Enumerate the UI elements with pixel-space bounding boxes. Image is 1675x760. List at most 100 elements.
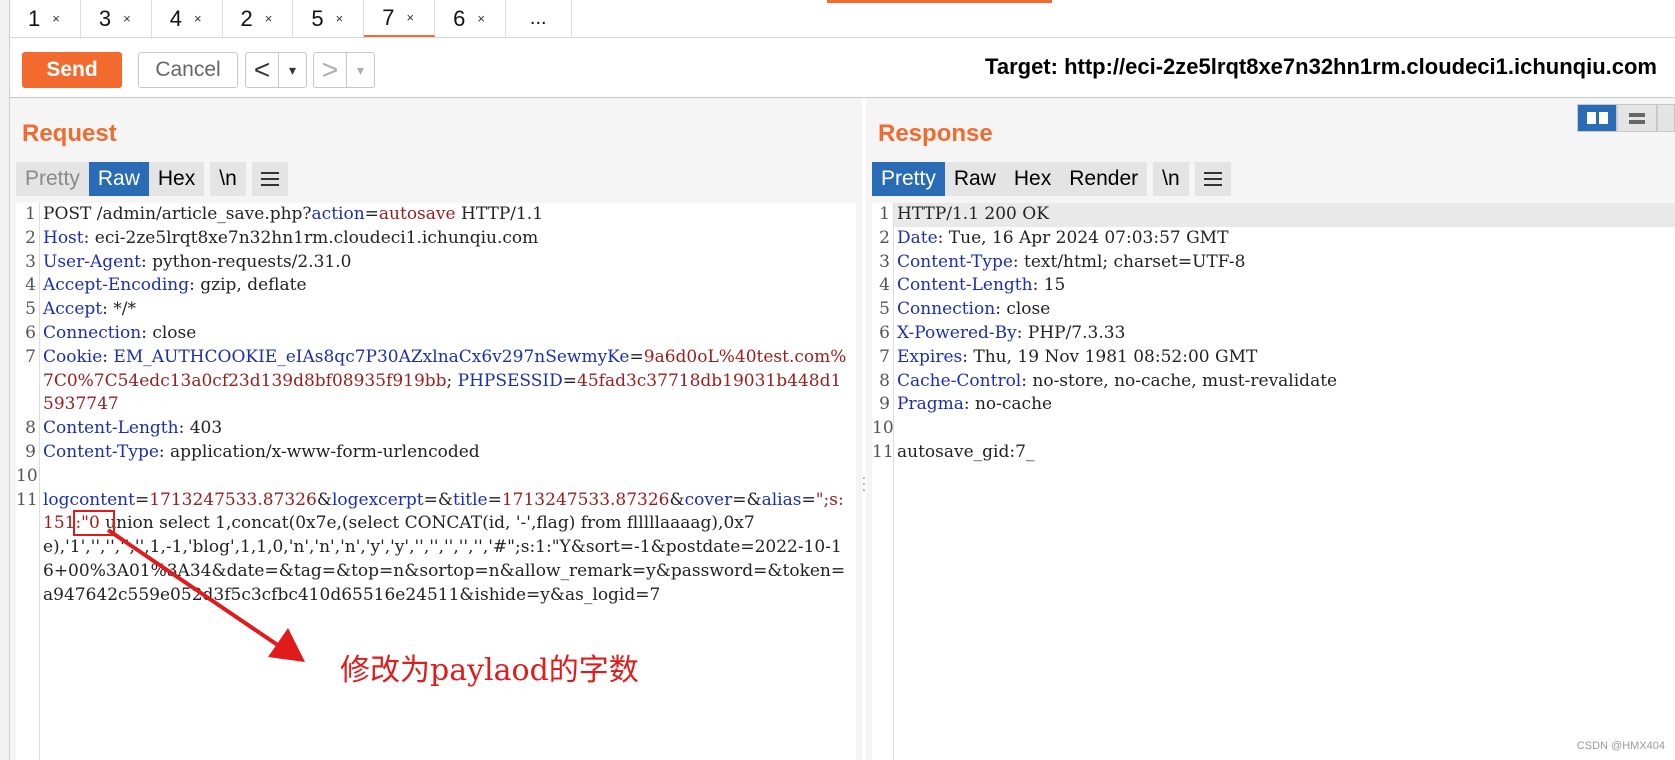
tab-label: 5 [311, 5, 324, 31]
plain-text: : gzip, deflate [189, 275, 307, 296]
close-icon[interactable]: × [194, 11, 202, 26]
tab-accent-line [827, 0, 1052, 3]
left-sidebar-strip [0, 0, 10, 760]
line-number: 3 [25, 251, 36, 272]
response-title: Response [878, 120, 993, 147]
split-horizontal-icon[interactable] [1577, 104, 1617, 132]
tab-5[interactable]: 5 × [293, 0, 365, 37]
request-view-tab-hex[interactable]: Hex [148, 162, 205, 196]
close-icon[interactable]: × [123, 11, 131, 26]
tab-2[interactable]: 2 × [223, 0, 294, 37]
back-arrow-icon[interactable]: < [246, 54, 278, 86]
plain-text: & [669, 489, 685, 510]
close-icon[interactable]: × [265, 11, 273, 26]
header-key: Accept-Encoding [43, 275, 190, 296]
code-line: 7 Expires: Thu, 19 Nov 1981 08:52:00 GMT [872, 346, 1675, 370]
code-line: 7 Cookie: EM_AUTHCOOKIE_eIAs8qc7P30AZxlna… [16, 346, 856, 417]
code-line: 5 Accept: */* [16, 298, 856, 322]
plain-text: ; [446, 370, 458, 391]
hamburger-menu-icon[interactable] [1194, 162, 1231, 196]
hamburger-menu-icon[interactable] [251, 162, 288, 196]
response-view-tab-hex[interactable]: Hex [1004, 162, 1061, 196]
tab-label: 4 [169, 5, 182, 31]
param-value: 1713247533.87326 [149, 489, 317, 510]
header-key: title [453, 489, 488, 510]
annotation-highlight-box [73, 510, 115, 536]
request-view-tab-newline[interactable]: \n [210, 162, 246, 196]
line-number: 5 [879, 299, 890, 320]
line-number: 4 [25, 275, 36, 296]
tab-1[interactable]: 1 × [10, 0, 81, 37]
line-content [40, 465, 856, 489]
plain-text: & [316, 489, 332, 510]
response-view-tab-render[interactable]: Render [1060, 162, 1148, 196]
line-content: Content-Type: application/x-www-form-url… [40, 441, 856, 465]
watermark: CSDN @HMX404 [1576, 740, 1665, 752]
header-key: Content-Type [897, 251, 1013, 272]
tab-label: 3 [98, 5, 112, 31]
tab-6[interactable]: 6 × [435, 0, 506, 37]
cancel-button[interactable]: Cancel [138, 52, 238, 88]
code-line: 2 Host: eci-2ze5lrqt8xe7n32hn1rm.cloudeci… [16, 227, 856, 251]
tab-3[interactable]: 3 × [81, 0, 152, 37]
close-icon[interactable]: × [477, 11, 485, 26]
split-vertical-icon[interactable] [1617, 104, 1657, 132]
tab-more[interactable]: ... [506, 0, 572, 37]
code-line: 9 Pragma: no-cache [872, 393, 1675, 417]
forward-dropdown-icon[interactable]: ▾ [346, 52, 374, 88]
tab-7[interactable]: 7 × [364, 0, 436, 37]
code-line: 8 Cache-Control: no-store, no-cache, must… [872, 370, 1675, 394]
request-view-tab-pretty[interactable]: Pretty [16, 162, 89, 196]
plain-text: HTTP/1.1 200 OK [897, 204, 1049, 224]
line-content: Content-Length: 15 [894, 274, 1675, 298]
send-button[interactable]: Send [22, 52, 122, 88]
line-content: Pragma: no-cache [894, 393, 1675, 417]
code-line: 5 Connection: close [872, 298, 1675, 322]
response-view-tab-raw[interactable]: Raw [944, 162, 1005, 196]
header-key: logexcerpt [331, 489, 424, 510]
line-content: Cookie: EM_AUTHCOOKIE_eIAs8qc7P30AZxlnaC… [40, 346, 856, 417]
close-icon[interactable]: × [406, 10, 414, 25]
header-key: Content-Length [43, 418, 179, 439]
history-forward-group: > ▾ [313, 52, 375, 88]
header-key: Connection [43, 322, 142, 343]
plain-text [43, 466, 48, 486]
line-content: logcontent=1713247533.87326&logexcerpt=&… [40, 489, 856, 608]
layout-toggle-group [1577, 104, 1675, 132]
param-value: 1713247533.87326 [501, 489, 670, 510]
line-number: 4 [879, 275, 890, 296]
splitter-handle-icon[interactable]: · · · [856, 470, 872, 496]
single-pane-icon[interactable] [1657, 104, 1675, 132]
line-content: Accept: */* [40, 298, 856, 322]
plain-text: =& [732, 489, 762, 510]
param-value: autosave [378, 204, 456, 224]
plain-text: : no-cache [963, 394, 1053, 415]
plain-text: = [562, 370, 578, 391]
line-number: 1 [879, 204, 890, 224]
plain-text: = [134, 489, 150, 510]
line-content: User-Agent: python-requests/2.31.0 [40, 251, 856, 275]
code-line: 4 Accept-Encoding: gzip, deflate [16, 274, 856, 298]
line-content: Connection: close [894, 298, 1675, 322]
plain-text: = [487, 489, 502, 510]
back-dropdown-icon[interactable]: ▾ [278, 52, 306, 88]
close-icon[interactable]: × [52, 11, 60, 26]
forward-arrow-icon[interactable]: > [314, 54, 346, 86]
header-key: Host [43, 227, 84, 248]
target-url[interactable]: Target: http://eci-2ze5lrqt8xe7n32hn1rm.… [985, 54, 1657, 80]
line-content: Content-Type: text/html; charset=UTF-8 [894, 251, 1675, 275]
response-editor[interactable]: 1 HTTP/1.1 200 OK 2 Date: Tue, 16 Apr 2024 … [872, 203, 1675, 760]
request-view-tab-raw[interactable]: Raw [88, 162, 149, 196]
line-content: POST /admin/article_save.php?action=auto… [40, 203, 856, 227]
tab-4[interactable]: 4 × [152, 0, 223, 37]
header-key: Cookie [43, 346, 103, 367]
response-view-tab-newline[interactable]: \n [1153, 162, 1189, 196]
tab-label: 7 [382, 4, 395, 30]
header-key: cover [684, 489, 733, 510]
plain-text: : close [995, 299, 1051, 320]
header-key: Accept [43, 299, 103, 320]
response-view-tab-pretty[interactable]: Pretty [872, 162, 945, 196]
code-line: 1 HTTP/1.1 200 OK [872, 203, 1675, 227]
close-icon[interactable]: × [336, 11, 344, 26]
code-line: 10 [16, 465, 856, 489]
